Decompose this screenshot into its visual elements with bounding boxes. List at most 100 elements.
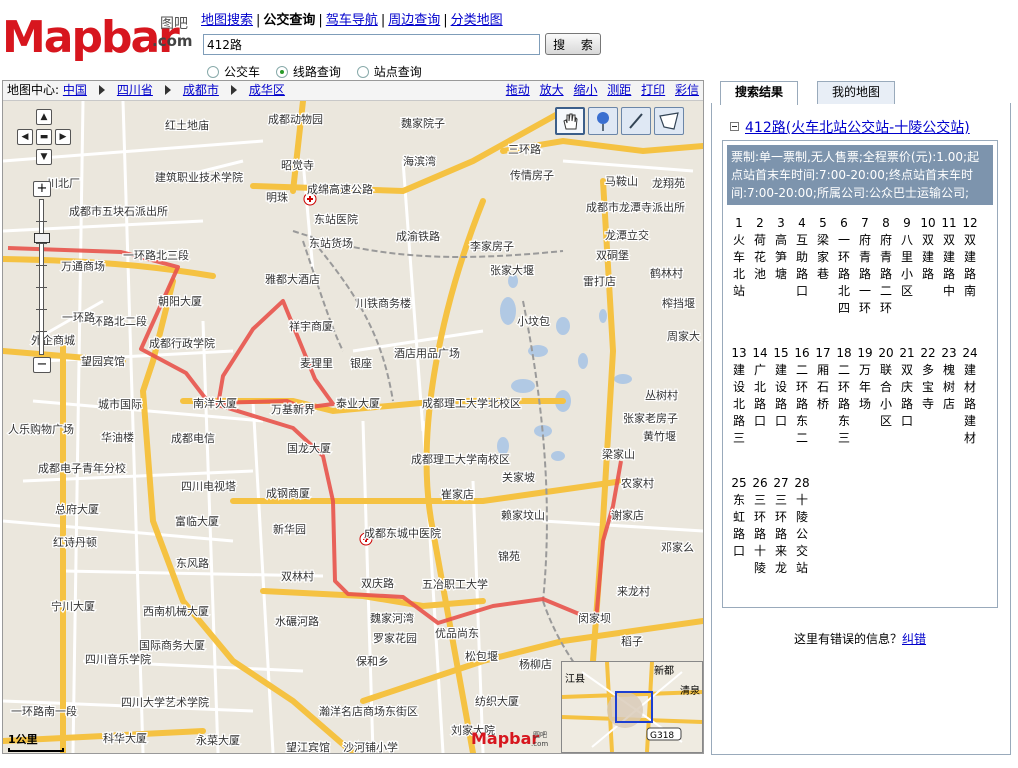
stop-item[interactable]: 22 多宝寺 xyxy=(918,345,938,413)
map-label: 双硐堡 xyxy=(596,248,629,262)
stop-item[interactable]: 19 万年场 xyxy=(855,345,875,413)
stop-item[interactable]: 18 二环路东三 xyxy=(834,345,854,447)
stop-item[interactable]: 3 高笋塘 xyxy=(771,215,791,283)
map-label: 望园宾馆 xyxy=(81,354,125,368)
tool-mms[interactable]: 彩信 xyxy=(675,83,699,97)
map-label: 小坟包 xyxy=(517,314,550,328)
stop-item[interactable]: 23 槐树店 xyxy=(939,345,959,413)
map-canvas[interactable]: 红土地庙 成都动物园 魏家院子三环路海滨湾 昭觉寺传情房子 马鞍山 龙翔苑 川北厂 建筑职业技… xyxy=(3,101,703,753)
zoom-knob[interactable] xyxy=(34,233,50,243)
route-title[interactable]: 412路(火车北站公交站-十陵公交站) xyxy=(730,117,970,137)
nav-map-search[interactable]: 地图搜索 xyxy=(201,13,253,28)
zoom-slider[interactable]: + − xyxy=(33,181,51,373)
map-label: 祥宇商厦 xyxy=(289,319,333,333)
arrow-right-icon xyxy=(98,85,105,95)
hand-pan-icon[interactable] xyxy=(555,107,585,135)
search-input[interactable] xyxy=(203,34,540,55)
pin-marker-icon[interactable] xyxy=(588,107,618,135)
stop-item[interactable]: 15 建设路口 xyxy=(771,345,791,430)
map-label: 鹤林村 xyxy=(650,266,683,280)
nav-bus-query[interactable]: 公交查询 xyxy=(263,13,315,28)
map-label: 成都理工大学北校区 xyxy=(422,396,521,410)
search-button[interactable]: 搜 索 xyxy=(545,33,601,55)
collapse-icon[interactable] xyxy=(730,122,739,131)
arrow-right-icon xyxy=(164,85,171,95)
results-panel: 412路(火车北站公交站-十陵公交站) 票制:单一票制,无人售票;全程票价(元)… xyxy=(711,103,1011,755)
map-label: 富临大厦 xyxy=(175,514,219,528)
tool-zoom-in[interactable]: 放大 xyxy=(540,83,564,97)
stop-item[interactable]: 14 广北路口 xyxy=(750,345,770,430)
breadcrumb-country[interactable]: 中国 xyxy=(63,83,87,97)
map-label: 谢家店 xyxy=(611,508,644,522)
pan-center-icon[interactable]: ▬ xyxy=(36,129,52,145)
arrow-right-icon xyxy=(230,85,237,95)
stop-item[interactable]: 20 联合小区 xyxy=(876,345,896,430)
report-error-link[interactable]: 纠错 xyxy=(902,632,926,646)
map-label: 万通商场 xyxy=(61,259,105,273)
stop-item[interactable]: 25 东虹路口 xyxy=(729,475,749,560)
map-label: 张家大堰 xyxy=(490,263,534,277)
map-label: 瀚洋名店商场东街区 xyxy=(319,704,418,718)
map-label: 一环路 xyxy=(62,311,95,324)
stop-item[interactable]: 21 双庆路口 xyxy=(897,345,917,430)
stop-item[interactable]: 26 三环路十陵 xyxy=(750,475,770,577)
stop-item[interactable]: 12 双建路南 xyxy=(960,215,980,300)
map-toolbox xyxy=(555,107,684,135)
tool-zoom-out[interactable]: 缩小 xyxy=(573,83,597,97)
map-view[interactable]: 地图中心: 中国 四川省 成都市 成华区 拖动 放大 缩小 测距 打印 彩信 红… xyxy=(2,80,704,754)
breadcrumb-city[interactable]: 成都市 xyxy=(183,83,219,97)
svg-text:G318: G318 xyxy=(650,731,674,741)
pan-left-icon[interactable]: ◀ xyxy=(17,129,33,145)
pan-down-icon[interactable]: ▼ xyxy=(36,149,52,165)
stop-item[interactable]: 8 府青路二环 xyxy=(876,215,896,317)
map-label: 魏家院子 xyxy=(401,116,445,130)
stop-item[interactable]: 4 互助路口 xyxy=(792,215,812,300)
breadcrumb-district[interactable]: 成华区 xyxy=(249,83,285,97)
map-label: 望江宾馆 xyxy=(286,740,330,753)
tab-search-results[interactable]: 搜索结果 xyxy=(720,81,798,105)
mapbar-logo[interactable]: Mapbar 图吧 .com xyxy=(2,6,197,64)
map-label: 成都东城中医院 xyxy=(364,526,441,540)
stop-item[interactable]: 17 厢石桥 xyxy=(813,345,833,413)
draw-line-icon[interactable] xyxy=(621,107,651,135)
radio-stop-query[interactable]: 站点查询 xyxy=(356,63,422,80)
map-label: 魏家河湾 xyxy=(370,611,414,625)
tool-measure[interactable]: 测距 xyxy=(607,83,631,97)
radio-bus[interactable]: 公交车 xyxy=(207,63,260,80)
stop-item[interactable]: 2 荷花池 xyxy=(750,215,770,283)
stop-item[interactable]: 9 八里小区 xyxy=(897,215,917,300)
stop-item[interactable]: 11 双建路中 xyxy=(939,215,959,300)
tool-drag[interactable]: 拖动 xyxy=(506,83,530,97)
radio-line-query[interactable]: 线路查询 xyxy=(275,63,341,80)
svg-text:图吧: 图吧 xyxy=(160,16,188,32)
stop-item[interactable]: 28 十陵公交站 xyxy=(792,475,812,577)
stop-item[interactable]: 16 二环路东二 xyxy=(792,345,812,447)
stop-item[interactable]: 5 梁家巷 xyxy=(813,215,833,283)
map-label: 川铁商务楼 xyxy=(356,296,411,310)
stop-item[interactable]: 6 一环路北四 xyxy=(834,215,854,317)
stop-item[interactable]: 1 火车北站 xyxy=(729,215,749,300)
nav-driving[interactable]: 驾车导航 xyxy=(326,13,378,28)
pan-up-icon[interactable]: ▲ xyxy=(36,109,52,125)
pan-right-icon[interactable]: ▶ xyxy=(55,129,71,145)
svg-text:.com: .com xyxy=(531,740,548,748)
route-detail-box: 票制:单一票制,无人售票;全程票价(元):1.00;起点站首末车时间:7:00-… xyxy=(722,140,998,608)
stop-item[interactable]: 27 三环路来龙 xyxy=(771,475,791,577)
nav-nearby[interactable]: 周边查询 xyxy=(388,13,440,28)
breadcrumb-province[interactable]: 四川省 xyxy=(117,83,153,97)
stop-item[interactable]: 13 建设北路三 xyxy=(729,345,749,447)
overview-map[interactable]: 江县 新都 清泉 G318 xyxy=(561,661,703,753)
draw-polygon-icon[interactable] xyxy=(654,107,684,135)
nav-category-map[interactable]: 分类地图 xyxy=(451,13,503,28)
zoom-out-icon[interactable]: − xyxy=(33,357,51,373)
stop-item[interactable]: 7 府青路一环 xyxy=(855,215,875,317)
map-label: 成都动物园 xyxy=(268,112,323,126)
tool-print[interactable]: 打印 xyxy=(641,83,665,97)
stop-item[interactable]: 10 双建路 xyxy=(918,215,938,283)
zoom-in-icon[interactable]: + xyxy=(33,181,51,197)
tab-my-map[interactable]: 我的地图 xyxy=(817,81,895,104)
map-label: 建筑职业技术学院 xyxy=(155,170,243,184)
map-label: 龙潭立交 xyxy=(605,228,649,242)
stop-item[interactable]: 24 建材路建材 xyxy=(960,345,980,447)
map-label: 东风路 xyxy=(176,557,209,570)
